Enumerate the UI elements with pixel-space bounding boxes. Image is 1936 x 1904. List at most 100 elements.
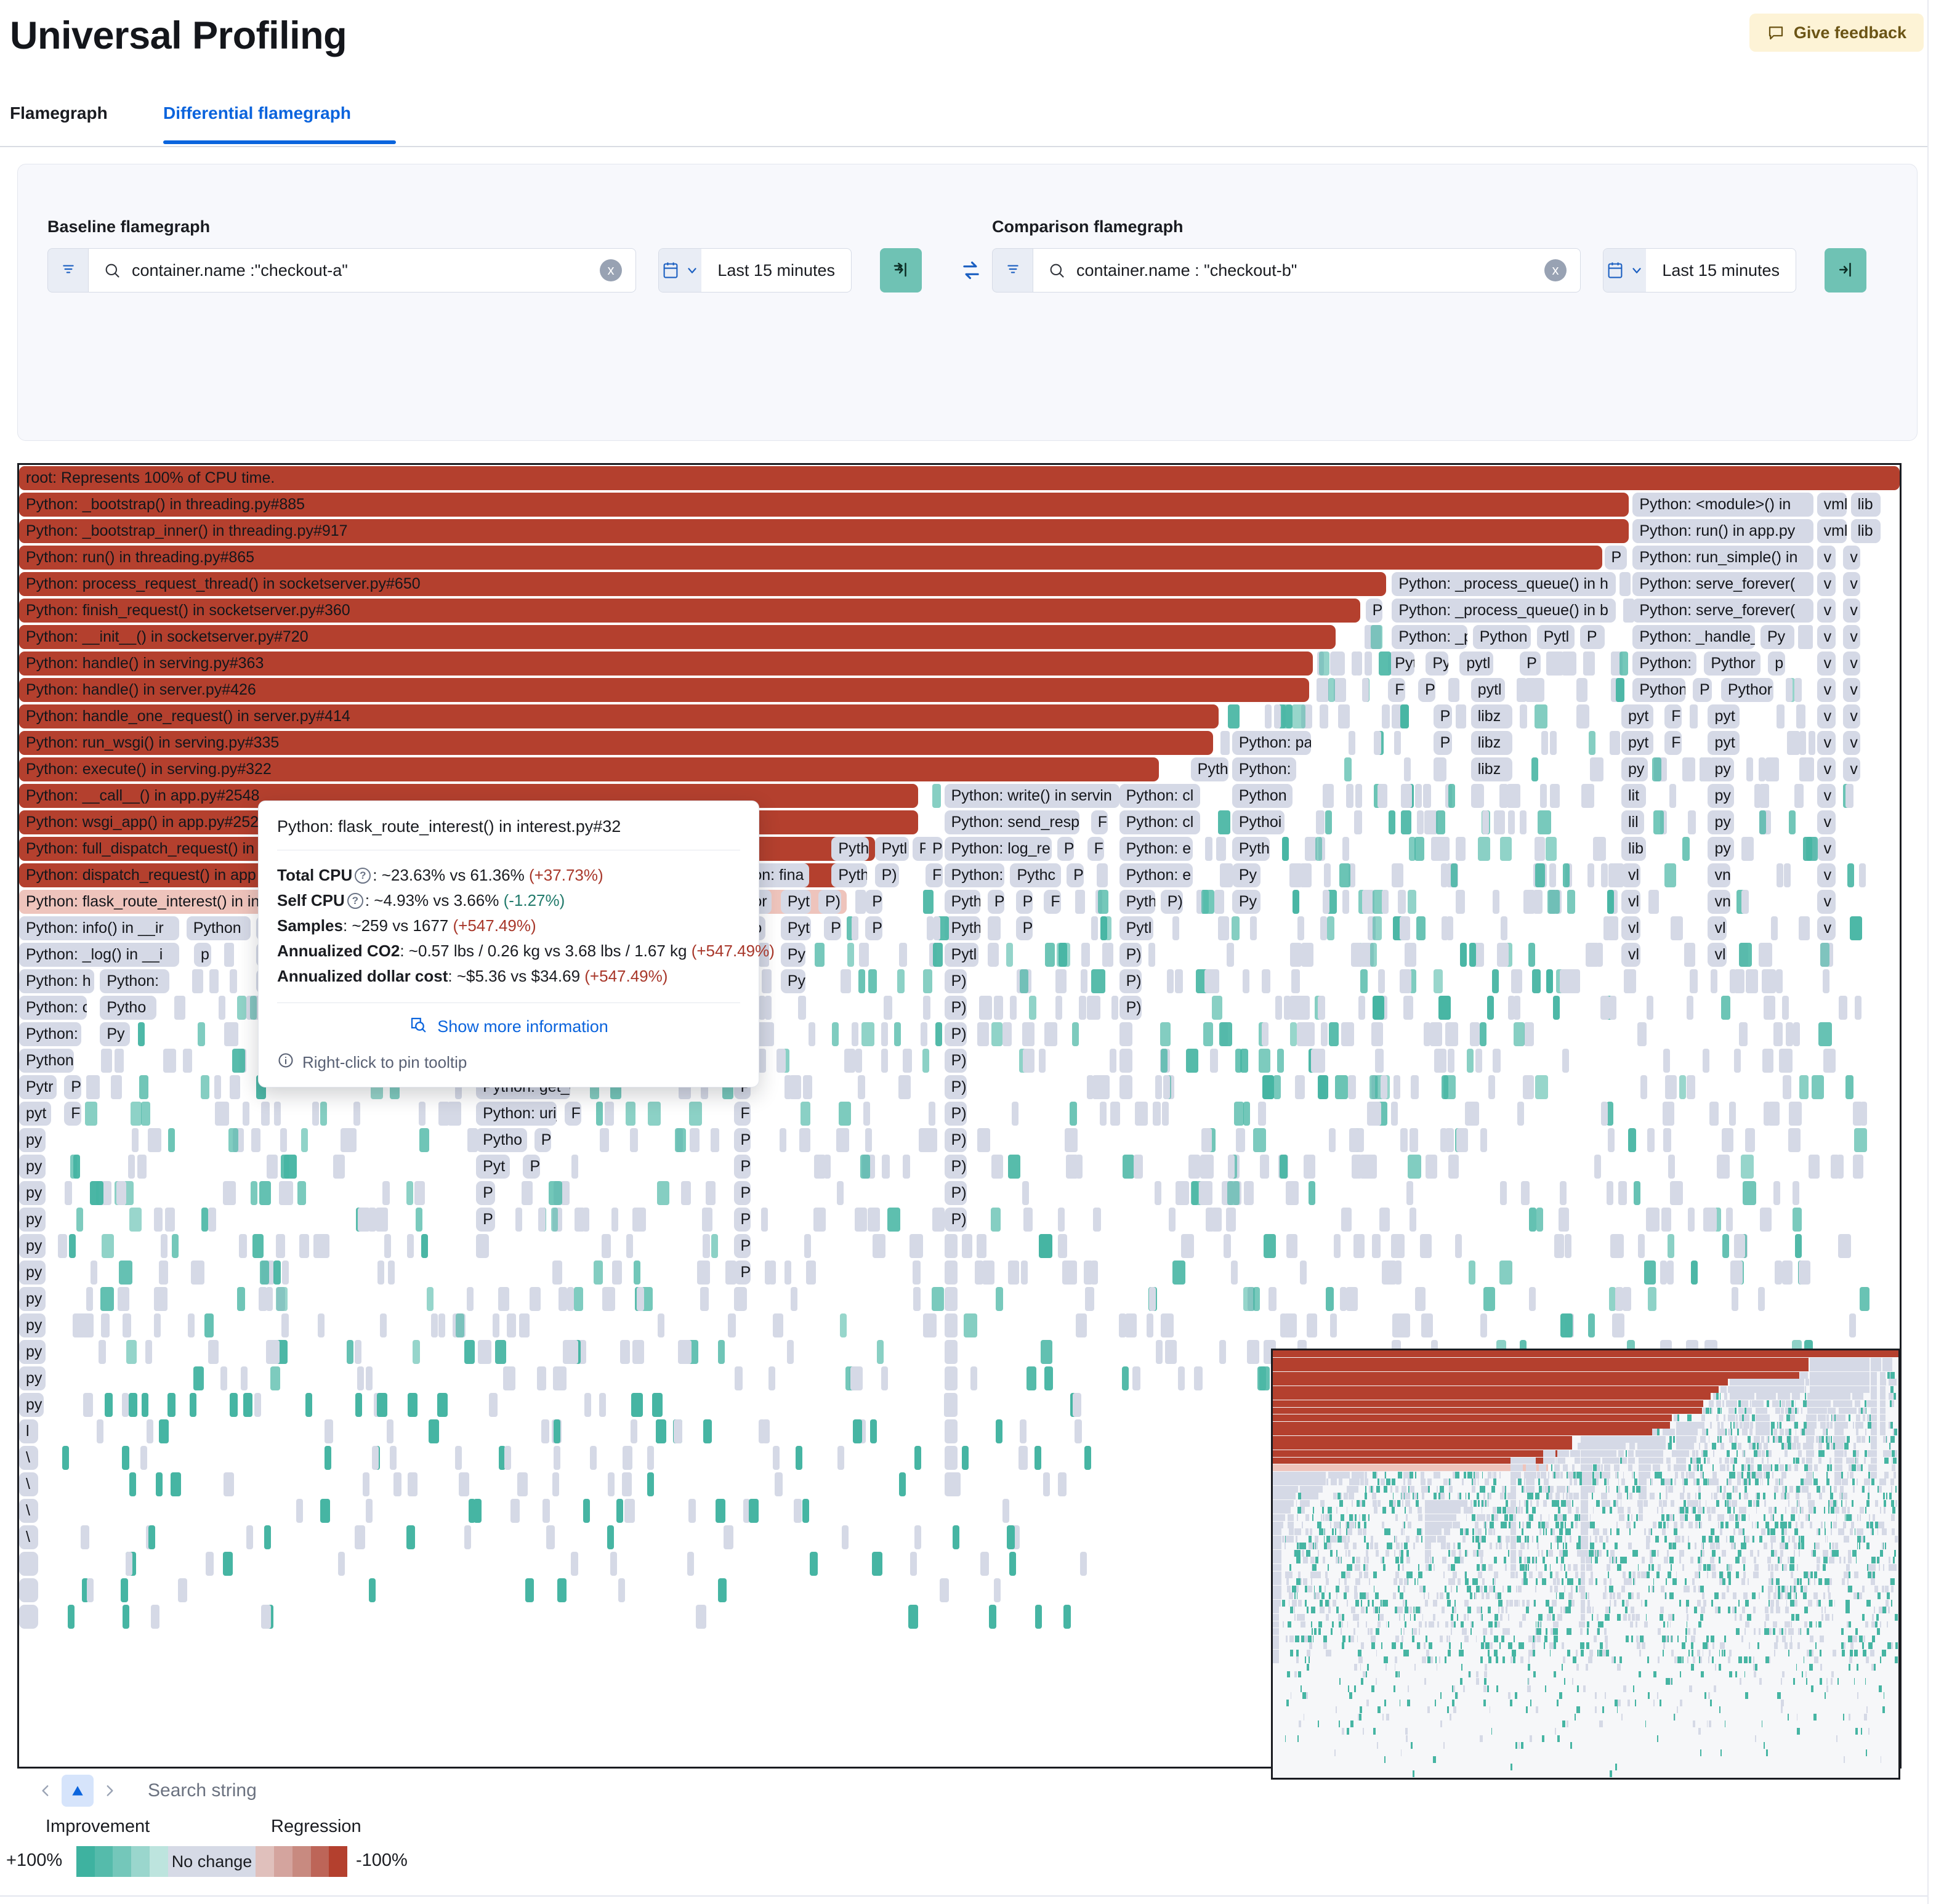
flamegraph-frame[interactable] [1392, 1313, 1403, 1337]
flamegraph-frame[interactable] [120, 1578, 128, 1602]
flamegraph-frame[interactable]: v [1817, 863, 1836, 887]
flamegraph-frame[interactable] [1760, 943, 1773, 967]
flamegraph-frame[interactable] [852, 1022, 859, 1046]
flamegraph-frame[interactable] [1373, 996, 1384, 1020]
flamegraph-frame[interactable] [583, 1499, 591, 1523]
flamegraph-frame[interactable]: pyt [1621, 731, 1653, 755]
flamegraph-frame[interactable] [1838, 996, 1848, 1020]
flamegraph-frame[interactable] [1406, 1181, 1413, 1205]
flamegraph-frame[interactable] [1623, 599, 1634, 623]
flamegraph-frame[interactable] [1317, 678, 1329, 702]
flamegraph-frame[interactable] [1607, 890, 1615, 914]
flamegraph-frame[interactable] [1315, 810, 1323, 834]
flamegraph-frame[interactable] [427, 1287, 434, 1311]
flamegraph-frame[interactable] [239, 1234, 248, 1258]
flamegraph-frame[interactable] [459, 1472, 469, 1496]
flamegraph-frame[interactable]: Python: _process_queue() in b [1392, 599, 1616, 623]
flamegraph-frame[interactable] [1257, 1102, 1267, 1126]
flamegraph-frame[interactable]: v [1843, 731, 1860, 755]
flamegraph-frame[interactable] [1652, 757, 1662, 781]
flamegraph-frame[interactable]: Pytho [476, 1128, 527, 1152]
flamegraph-frame[interactable] [1781, 996, 1789, 1020]
flamegraph-frame[interactable] [851, 916, 858, 940]
flamegraph-frame[interactable] [1210, 1049, 1219, 1073]
flamegraph-frame[interactable] [1424, 1234, 1432, 1258]
flamegraph-frame[interactable] [230, 969, 237, 993]
flamegraph-frame[interactable] [1456, 837, 1466, 861]
flamegraph-frame[interactable] [122, 1605, 129, 1629]
flamegraph-frame[interactable]: P [64, 1075, 81, 1099]
flamegraph-frame[interactable] [932, 1287, 945, 1311]
flamegraph-frame[interactable] [1022, 1181, 1030, 1205]
flamegraph-frame[interactable] [163, 1049, 176, 1073]
flamegraph-frame[interactable] [369, 1578, 376, 1602]
flamegraph-frame[interactable]: v [1843, 651, 1860, 676]
flamegraph-frame[interactable]: P) [944, 996, 967, 1020]
flamegraph-frame[interactable] [1416, 916, 1426, 940]
flamegraph-frame[interactable] [1830, 1155, 1840, 1179]
flamegraph-frame[interactable] [1123, 1155, 1135, 1179]
flamegraph-frame[interactable] [1057, 1472, 1067, 1496]
flamegraph-frame[interactable] [1263, 1234, 1277, 1258]
flamegraph-frame[interactable]: Python: <module>() in [1632, 493, 1813, 517]
flamegraph-frame[interactable] [1076, 1313, 1087, 1337]
flamegraph-frame[interactable] [1440, 863, 1448, 887]
flamegraph-frame[interactable] [86, 1287, 93, 1311]
flamegraph-frame[interactable] [389, 1446, 397, 1470]
flamegraph-frame[interactable] [944, 1313, 958, 1337]
flamegraph-frame[interactable] [1687, 1208, 1695, 1232]
flamegraph-frame[interactable] [1733, 1049, 1741, 1073]
flamegraph-frame[interactable] [384, 1234, 391, 1258]
flamegraph-frame[interactable] [1326, 916, 1335, 940]
flamegraph-frame[interactable] [1553, 784, 1560, 808]
flamegraph-frame[interactable]: P) [944, 1155, 967, 1179]
flamegraph-frame[interactable] [1381, 704, 1390, 728]
flamegraph-frame[interactable] [1762, 969, 1769, 993]
flamegraph-frame[interactable] [1169, 1208, 1176, 1232]
flamegraph-frame[interactable]: lib [1621, 837, 1646, 861]
flamegraph-frame[interactable] [1521, 1181, 1528, 1205]
flamegraph-frame[interactable] [1594, 1155, 1602, 1179]
baseline-apply-button[interactable] [880, 248, 922, 292]
calendar-icon[interactable] [659, 249, 702, 292]
flamegraph-frame[interactable] [191, 1261, 205, 1285]
flamegraph-frame[interactable] [1450, 863, 1458, 887]
flamegraph-frame[interactable] [1600, 863, 1608, 887]
flamegraph-frame[interactable] [167, 1393, 175, 1417]
flamegraph-frame[interactable] [1069, 1102, 1077, 1126]
flamegraph-frame[interactable] [861, 1022, 874, 1046]
flamegraph-frame[interactable]: Pyt [1388, 651, 1415, 676]
flamegraph-frame[interactable]: P [865, 916, 882, 940]
flamegraph-frame[interactable] [1342, 1022, 1354, 1046]
flamegraph-frame[interactable] [1730, 1261, 1743, 1285]
flamegraph-frame[interactable] [1845, 784, 1854, 808]
flamegraph-frame[interactable] [1325, 810, 1333, 834]
flamegraph-frame[interactable] [1401, 784, 1412, 808]
flamegraph-frame[interactable] [557, 1578, 567, 1602]
flamegraph-frame[interactable] [129, 1472, 136, 1496]
flamegraph-frame[interactable] [201, 1075, 210, 1099]
flamegraph-frame[interactable] [377, 1261, 384, 1285]
flamegraph-frame[interactable] [502, 1366, 515, 1390]
flamegraph-frame[interactable] [147, 1419, 154, 1443]
flamegraph-frame[interactable] [119, 1261, 133, 1285]
flamegraph-frame[interactable]: Python: handle() in serving.py#363 [19, 651, 1313, 676]
flamegraph-frame[interactable] [1423, 1022, 1430, 1046]
flamegraph-frame[interactable] [448, 1102, 461, 1126]
flamegraph-frame[interactable] [796, 1446, 803, 1470]
flamegraph-frame[interactable]: Pyt [780, 916, 811, 940]
flamegraph-frame[interactable] [519, 1313, 530, 1337]
flamegraph-frame[interactable] [1550, 731, 1557, 755]
flamegraph-frame[interactable] [1608, 1128, 1615, 1152]
flamegraph-frame[interactable] [868, 969, 877, 993]
flamegraph-frame[interactable] [839, 1313, 847, 1337]
flamegraph-frame[interactable] [1442, 916, 1449, 940]
flamegraph-frame[interactable] [1347, 1075, 1357, 1099]
flamegraph-frame[interactable] [1553, 996, 1560, 1020]
flamegraph-frame[interactable] [1745, 1128, 1755, 1152]
flamegraph-frame[interactable] [1392, 863, 1404, 887]
flamegraph-frame[interactable] [1469, 943, 1476, 967]
flamegraph-frame[interactable] [1609, 731, 1621, 755]
flamegraph-frame[interactable] [68, 1605, 75, 1629]
flamegraph-frame[interactable] [1499, 784, 1508, 808]
